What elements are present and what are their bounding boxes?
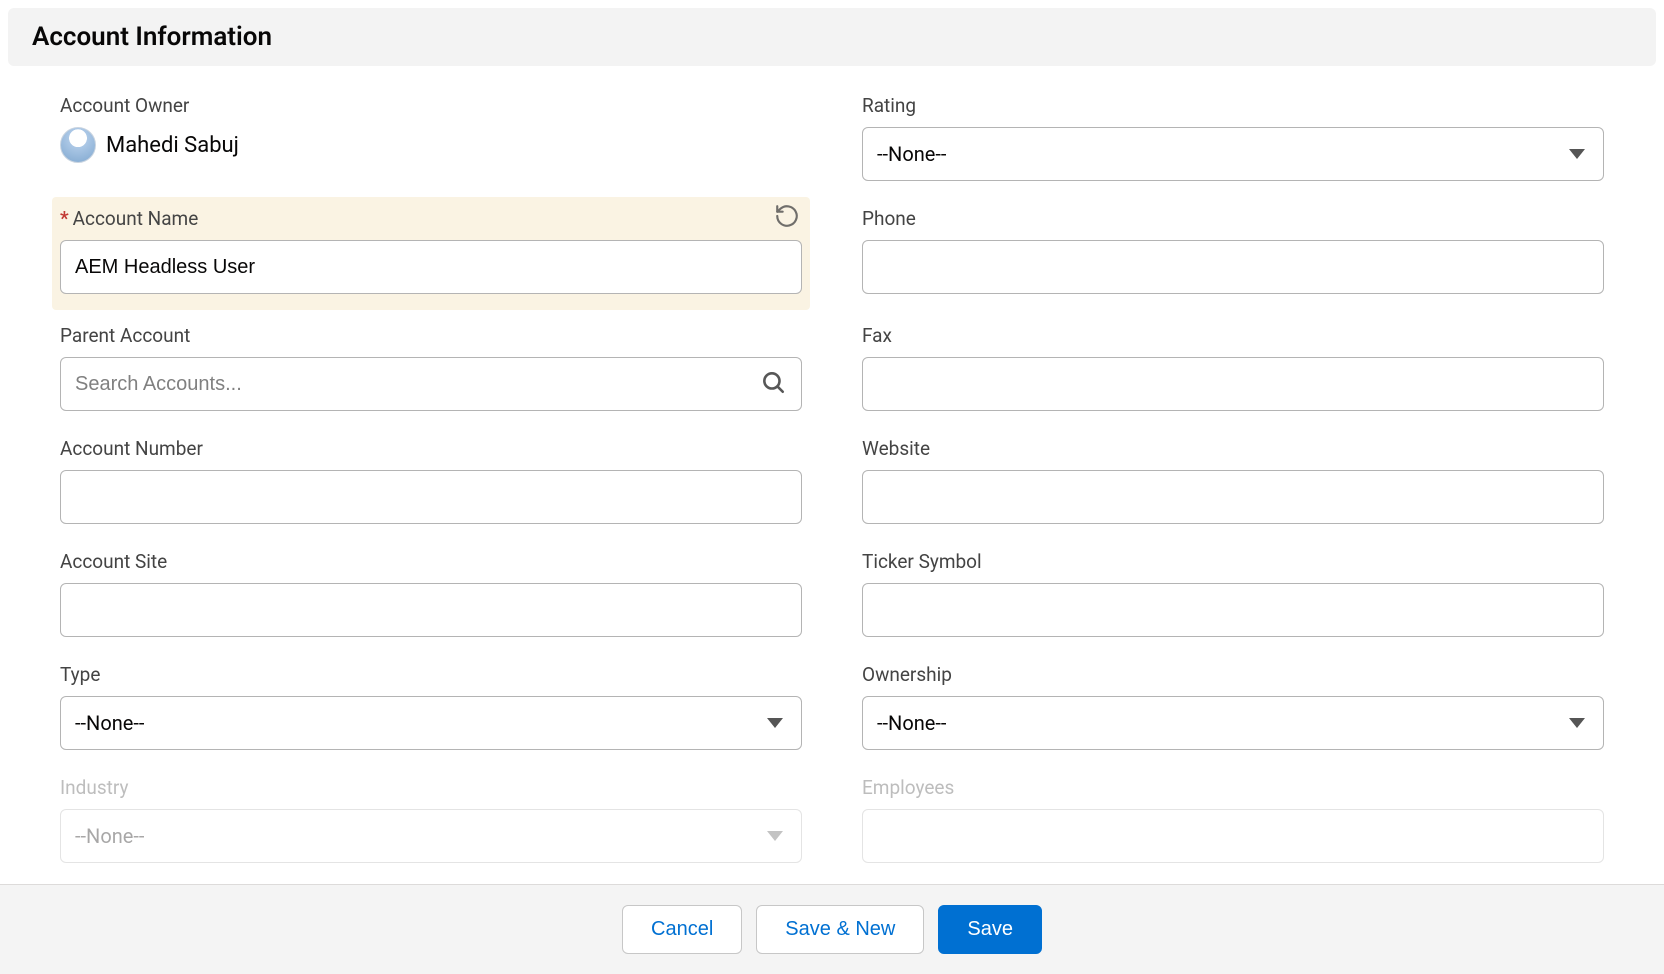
- account-owner-field: Account Owner Mahedi Sabuj: [60, 94, 802, 181]
- account-number-label: Account Number: [60, 437, 802, 460]
- account-name-field: *Account Name: [52, 197, 810, 310]
- industry-select[interactable]: --None--: [60, 809, 802, 863]
- employees-input[interactable]: [862, 809, 1604, 863]
- fax-input[interactable]: [862, 357, 1604, 411]
- website-field: Website: [862, 437, 1604, 524]
- ownership-select[interactable]: --None--: [862, 696, 1604, 750]
- industry-label: Industry: [60, 776, 802, 799]
- account-number-field: Account Number: [60, 437, 802, 524]
- search-icon[interactable]: [760, 369, 786, 399]
- account-site-field: Account Site: [60, 550, 802, 637]
- type-select[interactable]: --None--: [60, 696, 802, 750]
- phone-field: Phone: [862, 207, 1604, 298]
- save-new-button[interactable]: Save & New: [756, 905, 924, 954]
- phone-input[interactable]: [862, 240, 1604, 294]
- footer-bar: Cancel Save & New Save: [0, 884, 1664, 974]
- phone-label: Phone: [862, 207, 1604, 230]
- chevron-down-icon: [767, 718, 783, 728]
- fax-field: Fax: [862, 324, 1604, 411]
- cancel-button[interactable]: Cancel: [622, 905, 742, 954]
- rating-value: --None--: [877, 142, 946, 166]
- form-grid: Account Owner Mahedi Sabuj Rating --None…: [0, 74, 1664, 889]
- account-owner-label: Account Owner: [60, 94, 802, 117]
- type-label: Type: [60, 663, 802, 686]
- rating-select[interactable]: --None--: [862, 127, 1604, 181]
- account-site-label: Account Site: [60, 550, 802, 573]
- chevron-down-icon: [1569, 718, 1585, 728]
- ticker-input[interactable]: [862, 583, 1604, 637]
- parent-account-input[interactable]: [60, 357, 802, 411]
- section-title: Account Information: [32, 22, 1632, 52]
- fax-label: Fax: [862, 324, 1604, 347]
- section-header: Account Information: [8, 8, 1656, 66]
- avatar-icon: [60, 127, 96, 163]
- account-name-input[interactable]: [60, 240, 802, 294]
- rating-label: Rating: [862, 94, 1604, 117]
- undo-icon[interactable]: [774, 203, 800, 233]
- chevron-down-icon: [1569, 149, 1585, 159]
- ownership-value: --None--: [877, 711, 946, 735]
- chevron-down-icon: [767, 831, 783, 841]
- ownership-field: Ownership --None--: [862, 663, 1604, 750]
- website-input[interactable]: [862, 470, 1604, 524]
- ticker-label: Ticker Symbol: [862, 550, 1604, 573]
- account-owner-value: Mahedi Sabuj: [60, 127, 802, 163]
- account-number-input[interactable]: [60, 470, 802, 524]
- account-name-label: *Account Name: [60, 207, 802, 230]
- industry-value: --None--: [75, 824, 144, 848]
- parent-account-label: Parent Account: [60, 324, 802, 347]
- rating-field: Rating --None--: [862, 94, 1604, 181]
- account-site-input[interactable]: [60, 583, 802, 637]
- industry-field: Industry --None--: [60, 776, 802, 863]
- save-button[interactable]: Save: [938, 905, 1042, 954]
- required-icon: *: [60, 207, 69, 230]
- parent-account-field: Parent Account: [60, 324, 802, 411]
- type-field: Type --None--: [60, 663, 802, 750]
- employees-label: Employees: [862, 776, 1604, 799]
- owner-name: Mahedi Sabuj: [106, 133, 239, 158]
- employees-field: Employees: [862, 776, 1604, 863]
- type-value: --None--: [75, 711, 144, 735]
- website-label: Website: [862, 437, 1604, 460]
- ownership-label: Ownership: [862, 663, 1604, 686]
- ticker-field: Ticker Symbol: [862, 550, 1604, 637]
